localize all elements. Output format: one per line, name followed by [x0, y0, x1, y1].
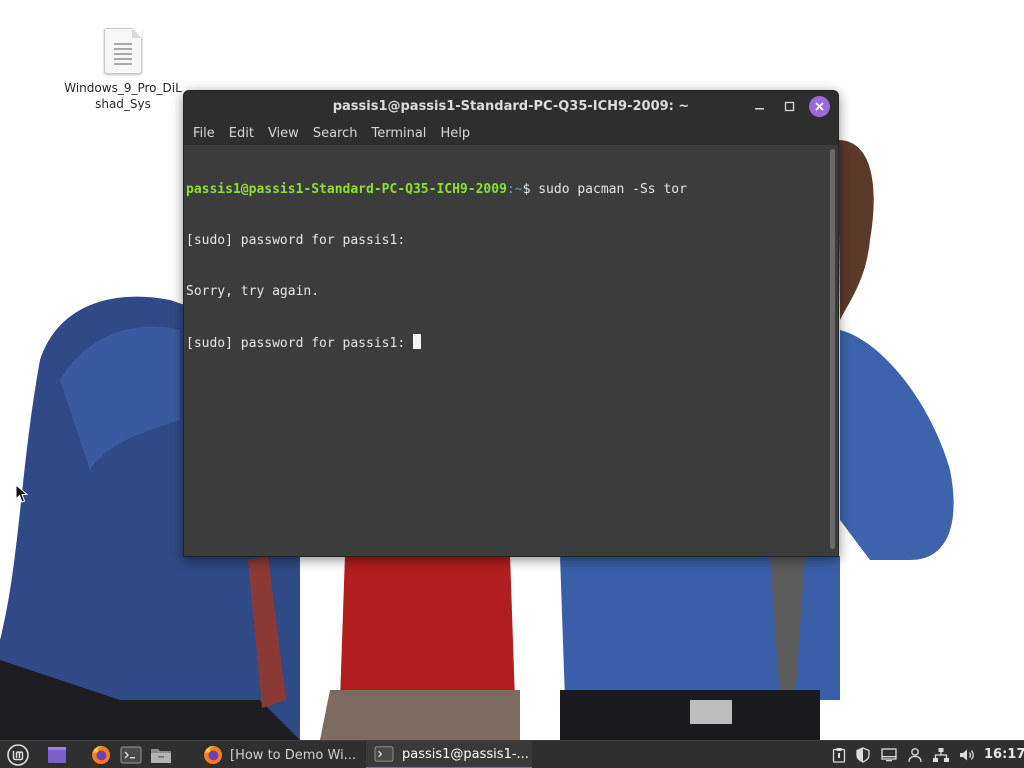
password-prompt: [sudo] password for passis1:: [186, 336, 413, 351]
display-icon: [881, 748, 897, 762]
prompt-symbol: $: [522, 182, 539, 197]
shield-icon: [856, 747, 870, 763]
menu-view[interactable]: View: [261, 126, 306, 141]
menu-search[interactable]: Search: [306, 126, 365, 141]
terminal-launcher[interactable]: [118, 741, 144, 768]
maximize-icon: [784, 101, 795, 112]
terminal-icon: [374, 746, 394, 762]
menu-button[interactable]: [4, 741, 32, 768]
text-cursor: [412, 334, 421, 349]
firefox-launcher[interactable]: [88, 741, 114, 768]
close-button[interactable]: [809, 96, 830, 117]
document-icon: [104, 28, 142, 74]
password-prompt-line: [sudo] password for passis1:: [186, 334, 838, 351]
terminal-window[interactable]: passis1@passis1-Standard-PC-Q35-ICH9-200…: [183, 90, 839, 557]
maximize-button[interactable]: [779, 96, 800, 117]
desktop-file[interactable]: Windows_9_Pro_DiLshad_Sys: [62, 28, 184, 112]
prompt-user: passis1@passis1-Standard-PC-Q35-ICH9-200…: [186, 182, 507, 197]
tray-display[interactable]: [880, 741, 898, 768]
minimize-button[interactable]: [749, 96, 770, 117]
tray-user[interactable]: [906, 741, 924, 768]
window-titlebar[interactable]: passis1@passis1-Standard-PC-Q35-ICH9-200…: [184, 91, 838, 122]
mouse-pointer-icon: [15, 484, 29, 503]
taskbar-task-browser[interactable]: [How to Demo Wi...: [198, 741, 360, 768]
clock[interactable]: 16:17: [984, 741, 1024, 768]
menu-bar: File Edit View Search Terminal Help: [184, 122, 838, 145]
linux-mint-menu-icon: [7, 744, 29, 766]
desktop-file-label: Windows_9_Pro_DiLshad_Sys: [64, 81, 182, 111]
menu-edit[interactable]: Edit: [222, 126, 261, 141]
firefox-icon: [204, 746, 222, 764]
files-launcher[interactable]: [148, 741, 174, 768]
minimize-icon: [755, 108, 764, 110]
taskbar: [How to Demo Wi... passis1@passis1-... 1…: [0, 740, 1024, 768]
firefox-icon: [92, 746, 110, 764]
menu-terminal[interactable]: Terminal: [364, 126, 433, 141]
output-line: Sorry, try again.: [186, 284, 320, 299]
user-icon: [908, 748, 922, 763]
menu-help[interactable]: Help: [433, 126, 477, 141]
tray-network[interactable]: [932, 741, 950, 768]
clipboard-icon: [832, 748, 846, 763]
command-text: sudo pacman -Ss tor: [538, 182, 687, 197]
command-line: passis1@passis1-Standard-PC-Q35-ICH9-200…: [186, 181, 838, 198]
tray-clipboard[interactable]: [830, 741, 848, 768]
window-title: passis1@passis1-Standard-PC-Q35-ICH9-200…: [332, 99, 690, 114]
task-label: [How to Demo Wi...: [230, 747, 357, 763]
close-icon: [815, 102, 824, 111]
terminal-icon: [120, 746, 142, 764]
scrollbar[interactable]: [830, 149, 835, 549]
network-icon: [933, 748, 949, 762]
show-desktop-icon: [48, 747, 66, 763]
files-icon: [151, 749, 171, 763]
task-label: passis1@passis1-...: [402, 746, 529, 762]
prompt-directory: :~: [506, 182, 523, 197]
output-line: [sudo] password for passis1:: [186, 233, 406, 248]
show-desktop-button[interactable]: [44, 741, 70, 768]
volume-icon: [960, 749, 974, 761]
tray-volume[interactable]: [958, 741, 976, 768]
taskbar-task-terminal[interactable]: passis1@passis1-...: [366, 741, 532, 768]
menu-file[interactable]: File: [186, 126, 222, 141]
tray-update-manager[interactable]: [854, 741, 872, 768]
terminal-output[interactable]: passis1@passis1-Standard-PC-Q35-ICH9-200…: [184, 145, 838, 556]
